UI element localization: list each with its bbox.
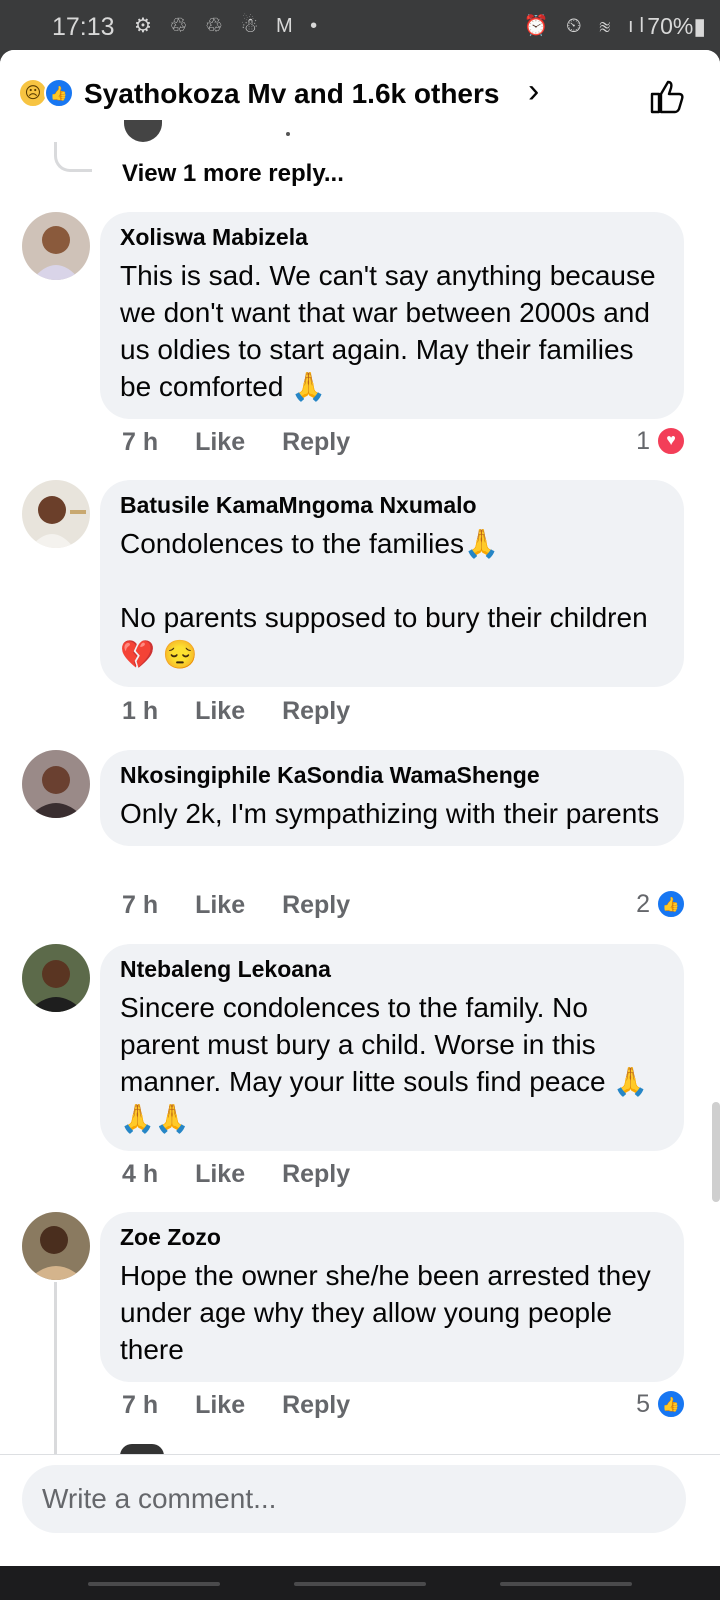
thread-connector [54,142,92,172]
previous-reply-dot [286,132,290,136]
comment-bubble[interactable]: Xoliswa Mabizela This is sad. We can't s… [100,212,684,419]
previous-reply-avatar [124,120,162,142]
comment-author[interactable]: Zoe Zozo [120,1224,664,1251]
navigation-bar [0,1566,720,1600]
reaction-count[interactable]: 2 👍 [636,889,686,919]
reply-link[interactable]: Reply [282,891,350,919]
reply-link[interactable]: Reply [282,428,350,456]
comment-text: This is sad. We can't say anything becau… [120,260,664,402]
like-link[interactable]: Like [195,428,245,456]
comment-time: 7 h [122,428,159,456]
comments-sheet: ☹ 👍 Syathokoza Mv and 1.6k others › View… [0,50,720,1566]
comment-actions: 4 h Like Reply [122,1160,380,1189]
reply-link[interactable]: Reply [282,1160,350,1188]
status-bar: 17:13 ⚙ ♲ ♲ ☃ M • ⏰ ⏲ ≋ ıl 70%▮ [0,0,720,54]
reactions-header[interactable]: ☹ 👍 Syathokoza Mv and 1.6k others › [0,50,720,138]
comment-author[interactable]: Xoliswa Mabizela [120,224,664,251]
comment-text: Sincere condolences to the family. No pa… [120,992,649,1134]
system-icons: ⏰ ⏲ ≋ ıl [523,15,650,37]
heart-icon: ♥ [656,426,686,456]
comment-author[interactable]: Batusile KamaMngoma Nxumalo [120,492,664,519]
status-time: 17:13 [52,13,115,41]
comment-time: 7 h [122,891,159,919]
nav-recents-indicator[interactable] [88,1582,220,1586]
comment-author[interactable]: Nkosingiphile KaSondia WamaShenge [120,762,664,789]
comment-bubble[interactable]: Zoe Zozo Hope the owner she/he been arre… [100,1212,684,1382]
nav-home-indicator[interactable] [294,1582,426,1586]
like-icon: 👍 [656,1389,686,1419]
comment-text: Condolences to the families🙏 No parents … [120,528,648,670]
avatar[interactable] [22,480,90,548]
reply-link[interactable]: Reply [282,697,350,725]
avatar[interactable] [22,1212,90,1280]
reactions-summary-text[interactable]: Syathokoza Mv and 1.6k others [84,78,499,110]
reaction-count-number: 2 [636,889,650,918]
avatar[interactable] [22,944,90,1012]
comment-bubble[interactable]: Nkosingiphile KaSondia WamaShenge Only 2… [100,750,684,846]
reply-link[interactable]: Reply [282,1391,350,1419]
comment-author[interactable]: Ntebaleng Lekoana [120,956,664,983]
comment-time: 7 h [122,1391,159,1419]
like-reaction-icon: 👍 [44,78,74,108]
comment-time: 1 h [122,697,159,725]
reaction-count[interactable]: 1 ♥ [636,426,686,456]
comment-text: Only 2k, I'm sympathizing with their par… [120,798,660,829]
comment-actions: 7 h Like Reply [122,1391,380,1420]
comment-input[interactable] [22,1465,686,1533]
nav-back-indicator[interactable] [500,1582,632,1586]
like-link[interactable]: Like [195,1391,245,1419]
comment-composer [0,1455,720,1566]
like-button-icon[interactable] [648,76,688,116]
avatar[interactable] [22,750,90,818]
reaction-count-number: 5 [636,1389,650,1418]
scrollbar[interactable] [712,1102,720,1202]
reaction-summary: ☹ 👍 [18,78,78,110]
comment-text: Hope the owner she/he been arrested they… [120,1260,659,1365]
comment-bubble[interactable]: Ntebaleng Lekoana Sincere condolences to… [100,944,684,1151]
view-more-replies-link[interactable]: View 1 more reply... [122,160,344,188]
comment-actions: 1 h Like Reply [122,697,380,726]
avatar[interactable] [22,212,90,280]
comment-bubble[interactable]: Batusile KamaMngoma Nxumalo Condolences … [100,480,684,687]
comment-time: 4 h [122,1160,159,1188]
thread-line [54,1282,57,1454]
like-icon: 👍 [656,889,686,919]
battery-indicator: 70%▮ [647,13,706,39]
comment-actions: 7 h Like Reply [122,428,380,457]
notification-icons: ⚙ ♲ ♲ ☃ M • [134,15,324,37]
reaction-count[interactable]: 5 👍 [636,1389,686,1419]
chevron-right-icon[interactable]: › [528,72,539,111]
like-link[interactable]: Like [195,1160,245,1188]
like-link[interactable]: Like [195,891,245,919]
comment-actions: 7 h Like Reply [122,891,380,920]
reaction-count-number: 1 [636,426,650,455]
like-link[interactable]: Like [195,697,245,725]
